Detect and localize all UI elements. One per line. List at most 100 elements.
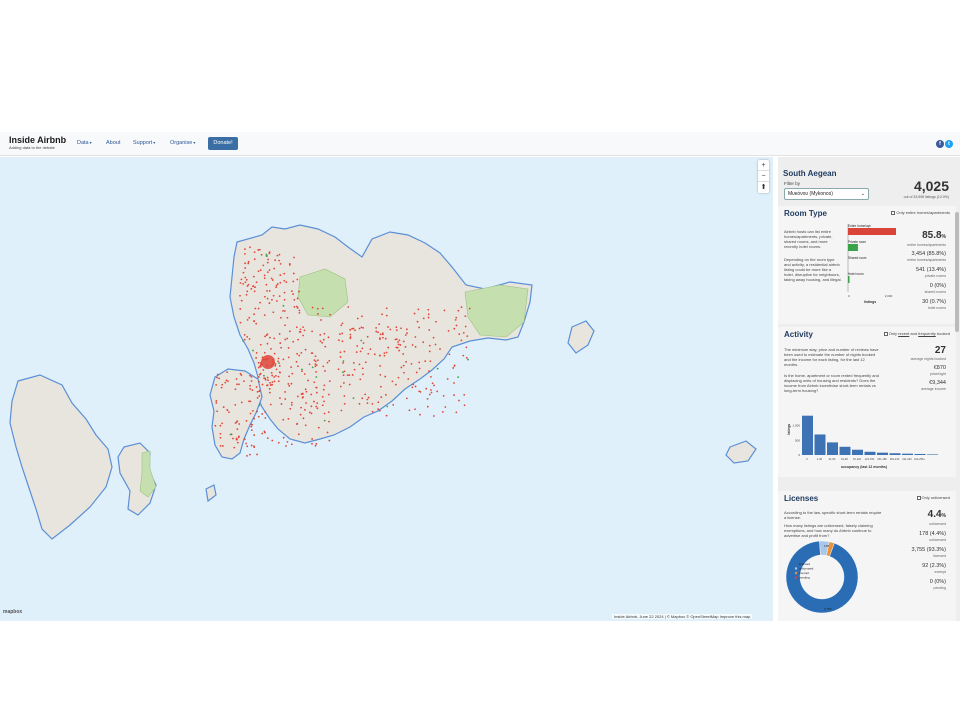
listing-marker[interactable] [311,366,314,369]
listing-marker[interactable] [266,376,269,379]
listing-marker[interactable] [385,351,388,354]
listing-marker[interactable] [297,365,299,368]
listing-marker[interactable] [290,382,293,385]
listing-marker[interactable] [271,381,274,384]
listing-marker[interactable] [343,350,346,353]
listing-marker[interactable] [274,375,277,377]
histogram-bar[interactable] [839,446,851,455]
listing-marker[interactable] [220,386,223,389]
listing-marker[interactable] [315,376,318,378]
listing-marker[interactable] [379,337,381,340]
listing-marker[interactable] [278,333,281,335]
listing-marker[interactable] [381,313,384,316]
listing-marker[interactable] [391,380,394,383]
listing-marker[interactable] [219,436,222,439]
listing-marker[interactable] [266,342,269,345]
listing-marker[interactable] [292,340,295,343]
listing-marker[interactable] [302,417,305,420]
listing-marker[interactable] [311,352,314,355]
listing-marker[interactable] [453,382,455,384]
listing-marker[interactable] [435,320,437,323]
listing-marker[interactable] [249,384,252,387]
listing-marker[interactable] [284,324,286,327]
listing-marker[interactable] [377,331,379,334]
listing-marker[interactable] [315,442,318,445]
listing-marker[interactable] [275,300,278,302]
listing-marker[interactable] [299,413,302,416]
listing-marker[interactable] [467,358,469,361]
listing-marker[interactable] [247,262,250,265]
listing-marker[interactable] [371,410,374,413]
facebook-icon[interactable]: f [936,140,944,148]
listing-marker[interactable] [303,329,306,332]
listing-marker[interactable] [263,314,266,316]
listing-marker[interactable] [244,281,247,284]
listing-marker[interactable] [266,384,268,387]
listing-marker[interactable] [287,417,290,420]
listing-marker[interactable] [315,370,318,373]
listing-marker[interactable] [339,351,342,354]
room-type-bar[interactable] [848,244,858,251]
listing-marker[interactable] [287,383,290,385]
listing-marker[interactable] [414,345,417,348]
listing-marker[interactable] [250,288,253,290]
listing-marker[interactable] [314,365,317,368]
nav-data[interactable]: Data▾ [77,140,92,146]
listing-marker[interactable] [247,260,250,263]
listing-marker[interactable] [392,403,395,406]
listing-marker[interactable] [366,402,369,405]
listing-marker[interactable] [418,326,420,329]
listing-marker[interactable] [244,248,246,251]
listing-marker[interactable] [375,330,378,333]
listing-marker[interactable] [428,344,431,347]
recent-booked-checkbox[interactable]: Only recent and frequently booked [883,331,950,336]
listing-marker[interactable] [362,326,364,329]
listing-marker[interactable] [245,419,248,422]
listing-marker[interactable] [279,397,281,399]
listing-marker[interactable] [326,361,329,364]
listing-marker[interactable] [250,375,253,378]
listing-marker[interactable] [367,352,370,355]
listing-marker[interactable] [307,379,309,382]
listing-marker[interactable] [221,445,224,447]
listing-marker[interactable] [253,446,256,449]
listing-marker[interactable] [259,343,262,346]
listing-marker[interactable] [464,325,467,328]
listing-marker[interactable] [259,301,262,304]
listing-marker[interactable] [373,353,376,356]
listing-marker[interactable] [343,382,345,384]
listing-marker[interactable] [288,263,291,266]
listing-marker[interactable] [299,331,302,333]
listing-marker[interactable] [369,348,372,351]
listing-marker[interactable] [285,445,287,447]
listing-marker[interactable] [371,403,374,405]
listing-marker[interactable] [328,393,330,396]
listing-marker[interactable] [436,367,439,370]
histogram-bar[interactable] [814,434,826,455]
histogram-bar[interactable] [852,449,863,455]
listing-marker[interactable] [426,405,429,408]
listing-marker[interactable] [245,293,248,296]
listing-marker[interactable] [343,370,346,373]
listing-marker[interactable] [460,339,463,342]
listing-marker[interactable] [246,335,249,338]
listing-marker[interactable] [288,330,291,333]
listing-marker[interactable] [385,314,388,317]
listing-marker[interactable] [304,424,307,427]
listing-marker[interactable] [300,351,303,354]
listing-marker[interactable] [442,395,445,397]
listing-cluster[interactable] [261,355,275,369]
listing-marker[interactable] [258,404,261,407]
listing-marker[interactable] [301,396,304,399]
listing-marker[interactable] [387,326,389,328]
listing-marker[interactable] [406,332,408,334]
listing-marker[interactable] [381,333,384,336]
listing-marker[interactable] [434,343,437,346]
listing-marker[interactable] [265,334,268,337]
listing-marker[interactable] [430,389,432,391]
listing-marker[interactable] [403,371,405,374]
listing-marker[interactable] [234,388,237,391]
listing-marker[interactable] [427,308,430,311]
listing-marker[interactable] [317,426,320,429]
listing-marker[interactable] [237,436,240,439]
